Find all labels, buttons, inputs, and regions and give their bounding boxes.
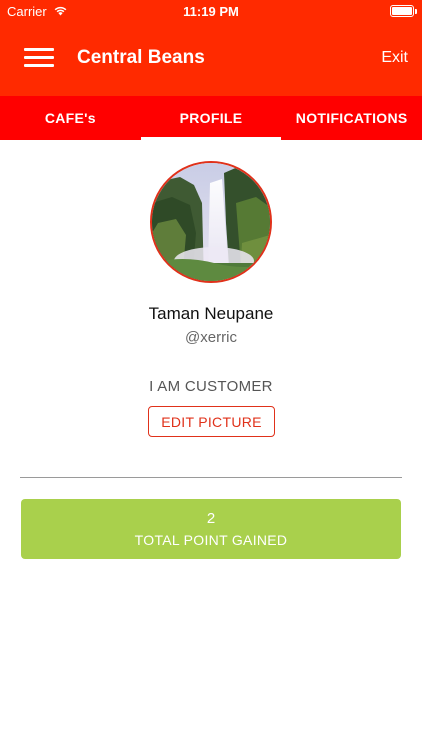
hamburger-menu-icon[interactable] <box>24 46 54 70</box>
battery-cap <box>415 9 417 14</box>
app-title: Central Beans <box>77 47 205 68</box>
tab-cafes[interactable]: CAFE's <box>0 96 141 140</box>
avatar-waterfall-image <box>152 163 270 281</box>
status-time: 11:19 PM <box>183 4 239 19</box>
role-label: I AM CUSTOMER <box>149 378 273 395</box>
exit-button[interactable]: Exit <box>381 49 408 67</box>
app-header: Central Beans Exit <box>0 22 422 96</box>
battery-icon <box>390 5 414 17</box>
points-label: TOTAL POINT GAINED <box>134 532 288 548</box>
tab-notifications[interactable]: NOTIFICATIONS <box>281 96 422 140</box>
points-value: 2 <box>206 510 216 527</box>
profile-name: Taman Neupane <box>148 304 274 323</box>
edit-picture-button[interactable]: EDIT PICTURE <box>148 406 275 437</box>
tab-bar: CAFE's PROFILE NOTIFICATIONS <box>0 96 422 140</box>
points-card: 2 TOTAL POINT GAINED <box>21 499 401 559</box>
avatar <box>150 161 272 283</box>
tab-profile[interactable]: PROFILE <box>140 96 282 140</box>
status-bar: Carrier 11:19 PM <box>0 0 422 22</box>
profile-handle: @xerric <box>185 329 237 346</box>
divider <box>20 477 402 478</box>
